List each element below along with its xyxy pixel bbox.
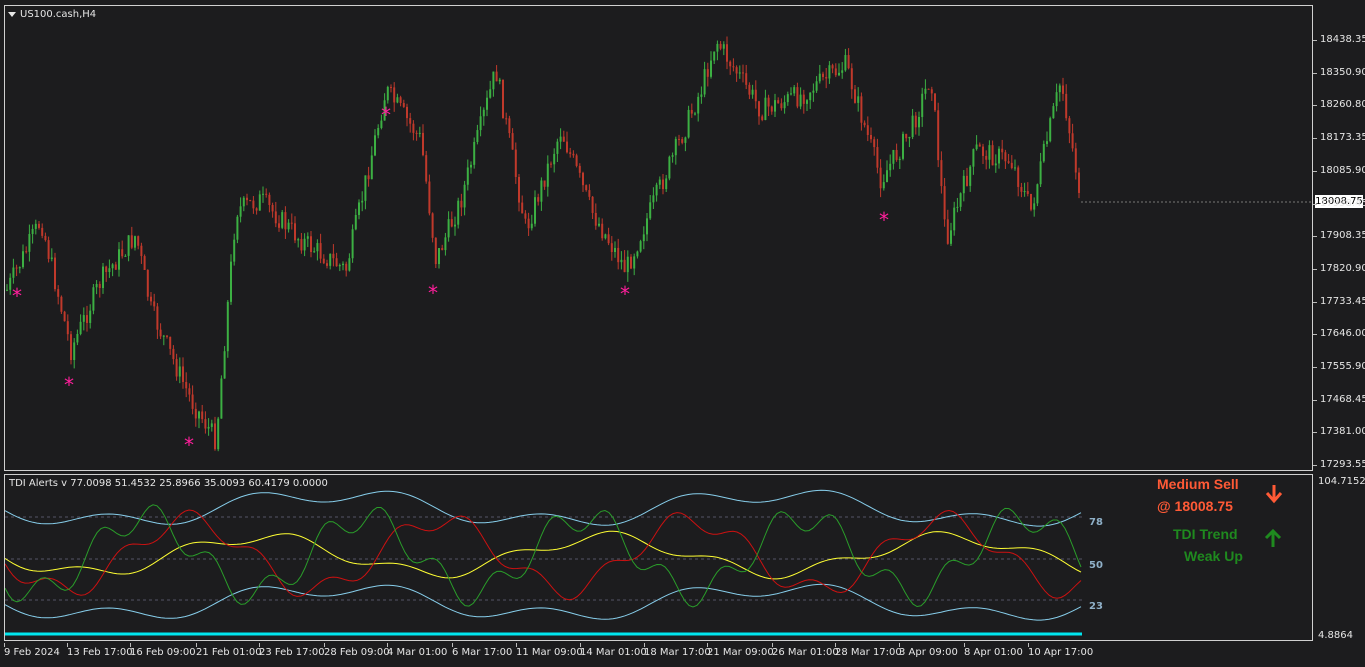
time-axis-label: 9 Feb 2024 xyxy=(4,643,60,658)
price-axis-label: 17733.45 xyxy=(1313,296,1365,307)
time-axis-label: 8 Apr 01:00 xyxy=(964,643,1023,658)
time-axis-label: 26 Mar 01:00 xyxy=(772,643,839,658)
indicator-axis-max: 104.7152 xyxy=(1318,476,1365,487)
price-axis-label: 18173.35 xyxy=(1313,132,1365,143)
signal-price: @ 18008.75 xyxy=(1157,498,1233,514)
price-axis-label: 17381.00 xyxy=(1313,426,1365,437)
price-axis-label: 17646.00 xyxy=(1313,328,1365,339)
indicator-axis-min: 4.8864 xyxy=(1318,630,1353,641)
price-axis-label: 17998.45 xyxy=(1313,198,1365,209)
price-axis-label: 17555.90 xyxy=(1313,361,1365,372)
symbol-label[interactable]: US100.cash,H4 xyxy=(8,9,96,20)
time-axis-label: 11 Mar 09:00 xyxy=(516,643,583,658)
time-axis-label: 28 Feb 09:00 xyxy=(324,643,390,658)
level-label-high: 78 xyxy=(1089,517,1103,528)
time-axis-label: 21 Feb 01:00 xyxy=(196,643,262,658)
indicator-title: TDI Alerts v 77.0098 51.4532 25.8966 35.… xyxy=(9,478,328,489)
trend-value: Weak Up xyxy=(1184,548,1243,564)
main-chart-panel[interactable] xyxy=(4,5,1313,471)
time-axis-label: 3 Apr 09:00 xyxy=(899,643,958,658)
price-axis-label: 17820.90 xyxy=(1313,263,1365,274)
symbol-text: US100.cash,H4 xyxy=(20,9,97,20)
time-axis-label: 13 Feb 17:00 xyxy=(67,643,133,658)
time-axis-label: 14 Mar 01:00 xyxy=(580,643,647,658)
dropdown-triangle-icon[interactable] xyxy=(8,11,16,17)
time-axis-label: 21 Mar 09:00 xyxy=(707,643,774,658)
price-axis[interactable]: 18008.75 18438.35 18350.90 18260.80 18173.3… xyxy=(1313,5,1365,645)
time-axis-label: 16 Feb 09:00 xyxy=(130,643,196,658)
price-axis-label: 18260.80 xyxy=(1313,99,1365,110)
time-axis-label: 6 Mar 17:00 xyxy=(452,643,513,658)
time-axis-label: 23 Feb 17:00 xyxy=(259,643,325,658)
price-axis-label: 18350.90 xyxy=(1313,67,1365,78)
time-axis-label: 10 Apr 17:00 xyxy=(1028,643,1094,658)
time-axis-label: 4 Mar 01:00 xyxy=(387,643,448,658)
indicator-panel[interactable] xyxy=(4,474,1313,641)
level-label-low: 23 xyxy=(1089,601,1103,612)
signal-text: Medium Sell xyxy=(1157,476,1239,492)
price-axis-label: 18085.90 xyxy=(1313,165,1365,176)
price-axis-label: 17293.55 xyxy=(1313,459,1365,470)
time-axis-label: 28 Mar 17:00 xyxy=(835,643,902,658)
level-label-mid: 50 xyxy=(1089,560,1103,571)
time-axis[interactable]: 9 Feb 2024 13 Feb 17:00 16 Feb 09:00 21 Feb… xyxy=(4,643,1313,667)
trend-label: TDI Trend xyxy=(1173,526,1238,542)
price-axis-label: 17908.35 xyxy=(1313,230,1365,241)
price-axis-label: 18438.35 xyxy=(1313,34,1365,45)
time-axis-label: 18 Mar 17:00 xyxy=(644,643,711,658)
price-axis-label: 17468.45 xyxy=(1313,394,1365,405)
